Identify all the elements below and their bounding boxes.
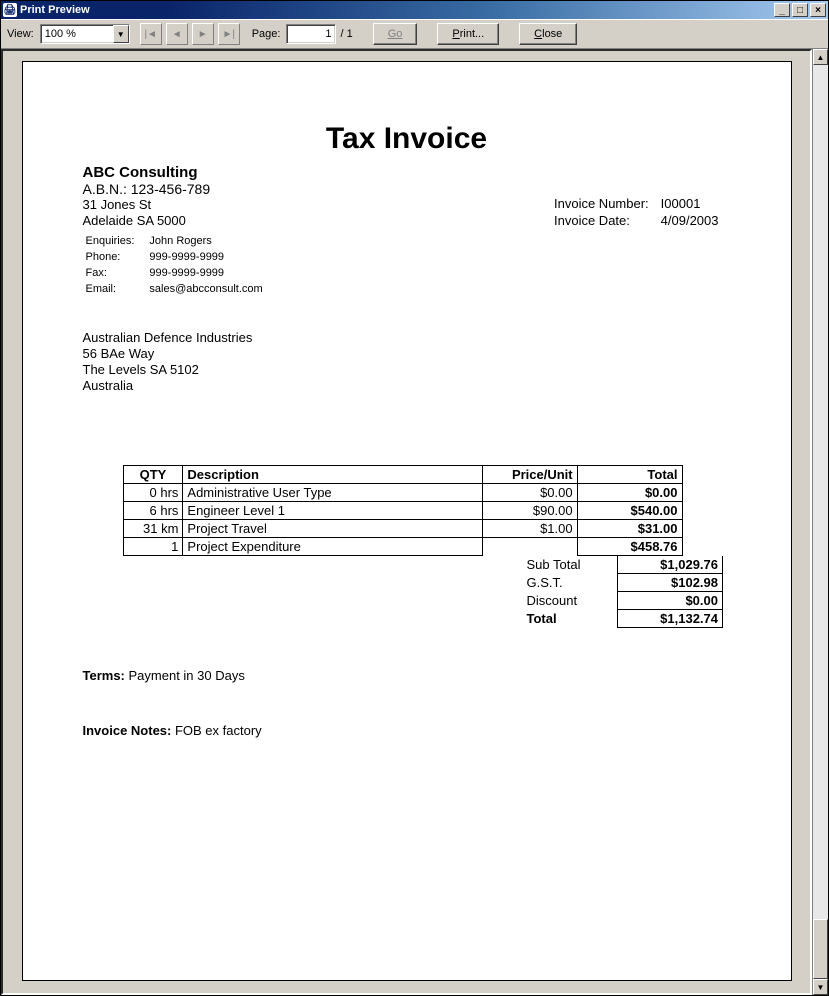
terms: Terms: Payment in 30 Days	[83, 668, 731, 683]
close-label-rest: lose	[542, 28, 562, 40]
vertical-scrollbar[interactable]: ▲ ▼	[812, 49, 828, 995]
titlebar: 🖨 Print Preview _ □ ×	[1, 1, 828, 19]
preview-canvas: Tax Invoice ABC Consulting A.B.N.: 123-4…	[1, 49, 812, 995]
company-addr1: 31 Jones St	[83, 197, 277, 213]
close-window-button[interactable]: ×	[810, 3, 826, 17]
document-page: Tax Invoice ABC Consulting A.B.N.: 123-4…	[22, 61, 792, 981]
invno-value: I00001	[661, 196, 729, 211]
close-button[interactable]: Close	[519, 23, 577, 45]
last-page-button[interactable]: ►|	[218, 23, 240, 45]
col-qty: QTY	[123, 465, 183, 483]
workspace: Tax Invoice ABC Consulting A.B.N.: 123-4…	[1, 49, 828, 995]
chevron-down-icon[interactable]: ▼	[113, 25, 129, 43]
abn: A.B.N.: 123-456-789	[83, 181, 277, 197]
prev-page-button[interactable]: ◄	[166, 23, 188, 45]
maximize-button[interactable]: □	[792, 3, 808, 17]
toolbar: View: 100 % ▼ |◄ ◄ ► ►| Page: / 1 Go Pri…	[1, 19, 828, 49]
zoom-combo[interactable]: 100 % ▼	[40, 24, 130, 44]
scroll-down-icon[interactable]: ▼	[813, 979, 828, 995]
zoom-value: 100 %	[45, 28, 113, 40]
page-total: / 1	[340, 28, 352, 40]
invdate-label: Invoice Date:	[554, 213, 659, 228]
col-price: Price/Unit	[482, 465, 577, 483]
table-row: 1 Project Expenditure $458.76	[123, 537, 682, 555]
print-label-rest: rint...	[460, 28, 484, 40]
page-input[interactable]	[286, 24, 336, 44]
company-addr2: Adelaide SA 5000	[83, 213, 277, 229]
print-button[interactable]: Print...	[437, 23, 499, 45]
invdate-value: 4/09/2003	[661, 213, 729, 228]
table-row: 6 hrs Engineer Level 1 $90.00 $540.00	[123, 501, 682, 519]
page-label: Page:	[252, 28, 281, 40]
invoice-table: QTY Description Price/Unit Total 0 hrs A…	[123, 465, 683, 556]
table-row: 31 km Project Travel $1.00 $31.00	[123, 519, 682, 537]
table-row: 0 hrs Administrative User Type $0.00 $0.…	[123, 483, 682, 501]
client-block: Australian Defence Industries 56 BAe Way…	[83, 330, 731, 395]
first-page-button[interactable]: |◄	[140, 23, 162, 45]
invoice-meta: Invoice Number: I00001 Invoice Date: 4/0…	[552, 194, 731, 230]
next-page-button[interactable]: ►	[192, 23, 214, 45]
invno-label: Invoice Number:	[554, 196, 659, 211]
scroll-thumb[interactable]	[813, 919, 828, 979]
go-button[interactable]: Go	[373, 23, 418, 45]
scroll-up-icon[interactable]: ▲	[813, 49, 828, 65]
document-title: Tax Invoice	[83, 122, 731, 156]
contacts-table: Enquiries:John Rogers Phone:999-9999-999…	[83, 232, 277, 298]
window-title: Print Preview	[20, 4, 90, 16]
totals-block: Sub Total$1,029.76 G.S.T.$102.98 Discoun…	[163, 556, 731, 628]
scroll-track[interactable]	[813, 65, 828, 979]
app-icon: 🖨	[3, 3, 17, 17]
company-name: ABC Consulting	[83, 164, 277, 181]
col-desc: Description	[183, 465, 482, 483]
invoice-notes: Invoice Notes: FOB ex factory	[83, 723, 731, 738]
minimize-button[interactable]: _	[774, 3, 790, 17]
col-total: Total	[577, 465, 682, 483]
view-label: View:	[7, 28, 34, 40]
